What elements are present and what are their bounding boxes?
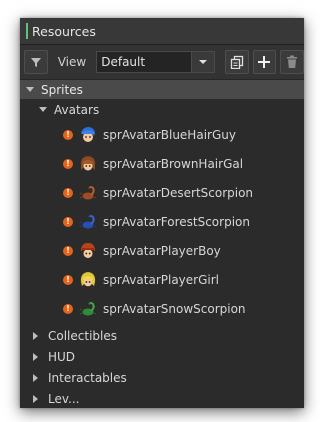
tree-item-sprite[interactable]: ! sprAvatarBlueHairGuy: [20, 120, 304, 149]
tree-group-label: HUD: [48, 349, 76, 364]
blue-hair-guy-icon: [79, 126, 97, 144]
warning-icon: !: [63, 303, 73, 314]
trash-icon: [285, 55, 299, 69]
tree-item-sprite[interactable]: ! sprAvatarSnowScorpion: [20, 294, 304, 323]
tree-item-sprite[interactable]: ! sprAvatarBrownHairGal: [20, 149, 304, 178]
desert-scorpion-icon: [79, 184, 97, 202]
view-select-arrow[interactable]: [190, 52, 214, 72]
expand-arrow-icon[interactable]: [26, 87, 34, 92]
warning-icon: !: [63, 158, 73, 169]
tree-group-interactables[interactable]: Interactables: [20, 367, 304, 388]
resources-panel: Resources View Default Sprites Avatars !…: [20, 18, 304, 408]
duplicate-icon: [230, 55, 244, 69]
tree-group-label: Interactables: [48, 370, 127, 385]
tree-group-avatars[interactable]: Avatars: [20, 99, 304, 120]
plus-icon: [257, 55, 271, 69]
tree-item-label: sprAvatarSnowScorpion: [103, 301, 246, 316]
tree-item-label: sprAvatarBlueHairGuy: [103, 127, 236, 142]
view-label: View: [57, 55, 87, 69]
tree-item-label: sprAvatarDesertScorpion: [103, 185, 254, 200]
expand-arrow-icon[interactable]: [33, 394, 38, 403]
warning-icon: !: [63, 274, 73, 285]
panel-title: Resources: [32, 23, 96, 39]
tree-group-collectibles[interactable]: Collectibles: [20, 325, 304, 346]
chevron-down-icon: [198, 55, 208, 69]
player-boy-icon: [79, 242, 97, 260]
forest-scorpion-icon: [79, 213, 97, 231]
title-accent-bar: [26, 23, 28, 39]
resources-toolbar: View Default: [20, 45, 304, 80]
duplicate-button[interactable]: [224, 50, 249, 74]
view-select[interactable]: Default: [96, 51, 215, 73]
add-resource-button[interactable]: [252, 50, 277, 74]
tree-item-sprite[interactable]: ! sprAvatarDesertScorpion: [20, 178, 304, 207]
resource-tree: Sprites Avatars ! sprAvatarBlueHairGuy !: [20, 80, 304, 408]
tree-group-label: Lev...: [48, 391, 80, 406]
tree-group-label: Collectibles: [48, 328, 117, 343]
tree-item-sprite[interactable]: ! sprAvatarForestScorpion: [20, 207, 304, 236]
warning-icon: !: [63, 187, 73, 198]
expand-arrow-icon[interactable]: [39, 107, 47, 112]
funnel-icon: [29, 55, 43, 69]
warning-icon: !: [63, 129, 73, 140]
tree-item-label: sprAvatarBrownHairGal: [103, 156, 244, 171]
tree-item-label: sprAvatarPlayerBoy: [103, 243, 221, 258]
tree-item-sprite[interactable]: ! sprAvatarPlayerGirl: [20, 265, 304, 294]
warning-icon: !: [63, 216, 73, 227]
tree-group-levels[interactable]: Lev...: [20, 388, 304, 408]
player-girl-icon: [79, 271, 97, 289]
tree-group-sprites[interactable]: Sprites: [20, 80, 304, 99]
delete-resource-button[interactable]: [280, 50, 304, 74]
snow-scorpion-icon: [79, 300, 97, 318]
tree-item-label: sprAvatarPlayerGirl: [103, 272, 219, 287]
warning-icon: !: [63, 245, 73, 256]
tree-item-sprite[interactable]: ! sprAvatarPlayerBoy: [20, 236, 304, 265]
expand-arrow-icon[interactable]: [33, 373, 38, 382]
expand-arrow-icon[interactable]: [33, 352, 38, 361]
tree-group-label: Sprites: [41, 82, 83, 97]
tree-item-label: sprAvatarForestScorpion: [103, 214, 250, 229]
filter-button[interactable]: [24, 50, 48, 74]
tree-group-label: Avatars: [54, 102, 100, 117]
panel-titlebar: Resources: [20, 18, 304, 45]
view-select-value: Default: [101, 55, 146, 69]
expand-arrow-icon[interactable]: [33, 331, 38, 340]
brown-hair-gal-icon: [79, 155, 97, 173]
tree-group-hud[interactable]: HUD: [20, 346, 304, 367]
